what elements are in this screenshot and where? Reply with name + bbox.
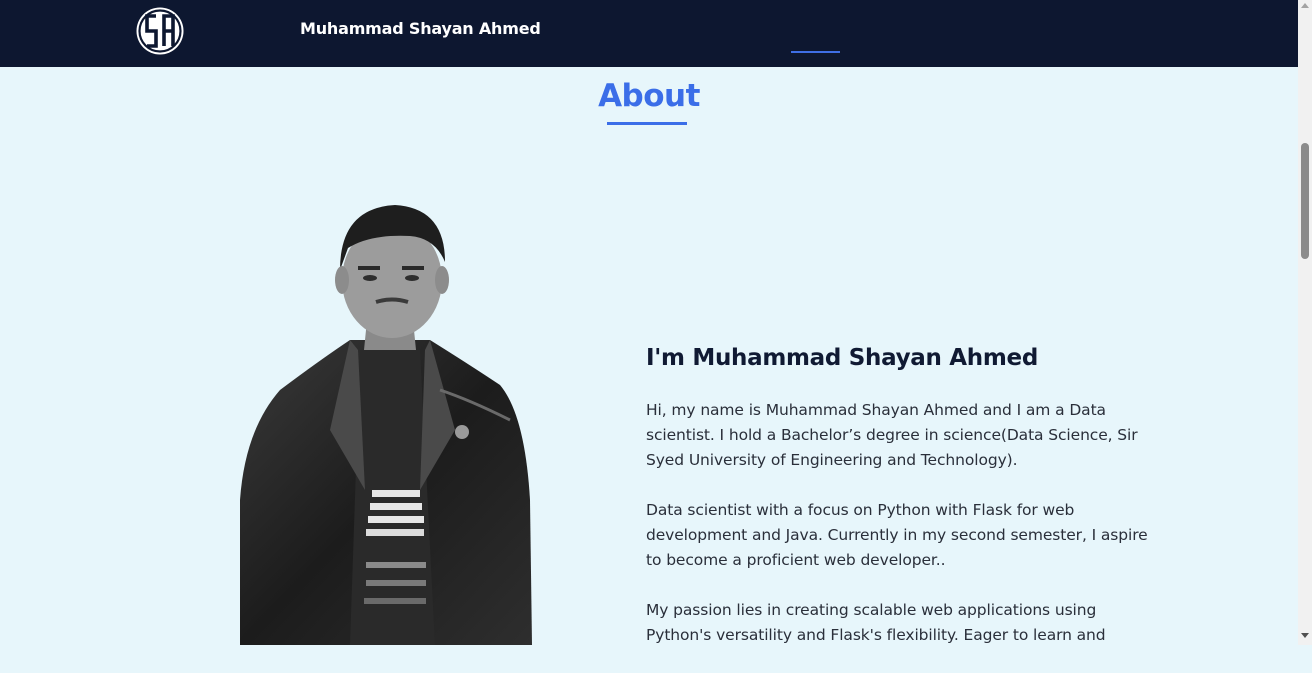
section-title: About xyxy=(598,78,700,114)
vertical-scrollbar[interactable] xyxy=(1298,0,1312,645)
logo-icon[interactable] xyxy=(135,6,185,56)
scrollbar-thumb[interactable] xyxy=(1301,143,1309,259)
top-navbar: Muhammad Shayan Ahmed xyxy=(0,0,1298,67)
about-heading: I'm Muhammad Shayan Ahmed xyxy=(646,345,1039,371)
active-nav-indicator xyxy=(791,51,840,53)
title-underline xyxy=(607,122,687,125)
scroll-down-arrow-icon[interactable] xyxy=(1301,633,1309,638)
profile-photo xyxy=(240,205,532,645)
about-paragraph-2: Data scientist with a focus on Python wi… xyxy=(646,501,1148,569)
scroll-up-arrow-icon[interactable] xyxy=(1301,3,1309,8)
brand-name[interactable]: Muhammad Shayan Ahmed xyxy=(300,19,541,38)
about-paragraph-3: My passion lies in creating scalable web… xyxy=(646,601,1106,644)
about-content: I'm Muhammad Shayan Ahmed Hi, my name is… xyxy=(646,340,1166,673)
about-paragraph-1: Hi, my name is Muhammad Shayan Ahmed and… xyxy=(646,401,1138,469)
